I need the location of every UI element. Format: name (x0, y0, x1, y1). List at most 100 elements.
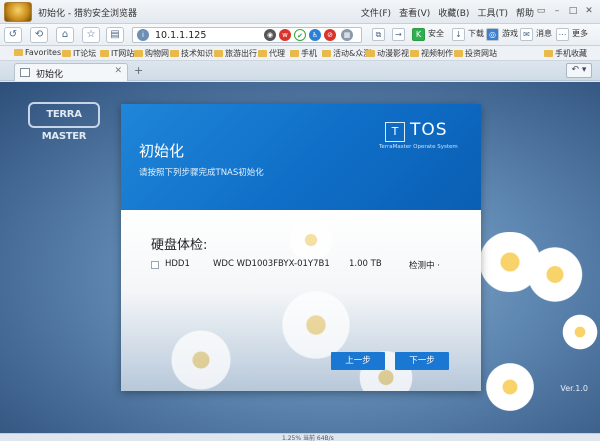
daisy-decoration (281, 220, 341, 260)
bookmark-tech[interactable]: 技术知识 (170, 48, 213, 59)
address-bar[interactable]: i 10.1.1.125 ◉ w ✔ ♿ ⊘ ▦ (132, 27, 362, 43)
history-icon[interactable]: ▤ (106, 27, 124, 43)
tos-brand: TOS (410, 120, 448, 140)
bookmarks-bar: Favorites IT论坛 IT网站 购物网 技术知识 旅游出行 代理 手机 … (0, 46, 600, 61)
daisy-decoration (520, 247, 590, 302)
bookmark-invest[interactable]: 投资网站 (454, 48, 497, 59)
game-icon[interactable]: ◎ (486, 28, 499, 41)
folder-icon (290, 50, 299, 57)
maximize-icon[interactable]: □ (566, 4, 580, 18)
reader-icon[interactable]: ▦ (341, 29, 353, 41)
favorite-star-icon[interactable]: ☆ (82, 27, 100, 43)
status-bar: 1.25% 当前 64B/s (0, 433, 600, 441)
bookmark-it-sites[interactable]: IT网站 (100, 48, 134, 59)
page-icon: i (137, 29, 149, 41)
folder-icon (134, 50, 143, 57)
bookmark-label: 技术知识 (181, 49, 213, 58)
skin-icon[interactable]: ▭ (534, 4, 548, 18)
folder-icon (100, 50, 109, 57)
tab-menu-button[interactable]: ↶ ▾ (566, 63, 592, 78)
disk-row: HDD1 WDC WD1003FBYX-01Y7B1 1.00 TB 检测中 · (151, 259, 471, 273)
folder-icon (322, 50, 331, 57)
bookmark-label: 购物网 (145, 49, 169, 58)
adblock-icon[interactable]: ⊘ (324, 29, 336, 41)
more-label[interactable]: 更多 (572, 28, 588, 39)
bookmark-label: 投资网站 (465, 49, 497, 58)
folder-icon (366, 50, 375, 57)
close-tab-icon[interactable]: ✕ (114, 66, 122, 76)
minimize-icon[interactable]: – (550, 4, 564, 18)
menu-file[interactable]: 文件(F) (361, 6, 391, 19)
bookmark-favorites[interactable]: Favorites (14, 48, 61, 57)
bookmark-travel[interactable]: 旅游出行 (214, 48, 257, 59)
bookmark-mobile-favorites[interactable]: 手机收藏 (544, 48, 587, 59)
page-content: TERRA MASTER 初始化 请按照下列步骤完成TNAS初始化 T TOS … (0, 82, 600, 433)
bookmark-it-forum[interactable]: IT论坛 (62, 48, 96, 59)
browser-logo-icon (4, 2, 32, 22)
tab-strip: 初始化 ✕ + ↶ ▾ (0, 61, 600, 81)
tab-initialize[interactable]: 初始化 ✕ (14, 63, 128, 81)
security-label[interactable]: 安全 (428, 28, 444, 39)
prev-step-button[interactable]: 上一步 (331, 352, 385, 370)
bookmark-video[interactable]: 视频制作 (410, 48, 453, 59)
browser-title-bar: 初始化 - 猎豹安全浏览器 文件(F) 查看(V) 收藏(B) 工具(T) 帮助… (0, 0, 600, 24)
bookmark-label: 代理 (269, 49, 285, 58)
window-title: 初始化 - 猎豹安全浏览器 (38, 9, 137, 19)
messages-label[interactable]: 消息 (536, 28, 552, 39)
check-icon[interactable]: ✔ (294, 29, 306, 41)
folder-icon (258, 50, 267, 57)
disk-model: WDC WD1003FBYX-01Y7B1 (213, 259, 330, 269)
next-step-button[interactable]: 下一步 (395, 352, 449, 370)
daisy-decoration (271, 290, 361, 360)
menu-bar: 文件(F) 查看(V) 收藏(B) 工具(T) 帮助 (361, 6, 534, 19)
game-label[interactable]: 游戏 (502, 28, 518, 39)
disk-checkbox[interactable] (151, 261, 159, 269)
address-text: 10.1.1.125 (155, 30, 207, 41)
bookmark-label: 视频制作 (421, 49, 453, 58)
bookmark-anime[interactable]: 动漫影视 (366, 48, 409, 59)
dialog-title: 初始化 (139, 142, 185, 160)
weibo-icon[interactable]: w (279, 29, 291, 41)
menu-view[interactable]: 查看(V) (399, 6, 430, 19)
bookmark-proxy[interactable]: 代理 (258, 48, 285, 59)
menu-favorites[interactable]: 收藏(B) (438, 6, 469, 19)
forward-icon[interactable]: → (392, 28, 405, 41)
more-icon[interactable]: ⋯ (556, 28, 569, 41)
window-controls: ▭ – □ ✕ (534, 4, 596, 18)
bookmark-mobile[interactable]: 手机 (290, 48, 317, 59)
home-icon[interactable]: ⌂ (56, 27, 74, 43)
folder-icon (544, 50, 553, 57)
folder-icon (410, 50, 419, 57)
bookmark-label: IT论坛 (73, 49, 97, 58)
dialog-header: 初始化 请按照下列步骤完成TNAS初始化 T TOS TerraMaster O… (121, 104, 481, 210)
dialog-subtitle: 请按照下列步骤完成TNAS初始化 (139, 168, 264, 178)
bookmark-label: 旅游出行 (225, 49, 257, 58)
security-shield-icon[interactable]: K (412, 28, 425, 41)
menu-help[interactable]: 帮助 (516, 6, 534, 19)
extension-icon[interactable]: ◉ (264, 29, 276, 41)
new-tab-icon[interactable]: + (134, 64, 143, 77)
folder-icon (454, 50, 463, 57)
bookmark-shopping[interactable]: 购物网 (134, 48, 169, 59)
bookmark-label: 手机 (301, 49, 317, 58)
close-icon[interactable]: ✕ (582, 4, 596, 18)
accessibility-icon[interactable]: ♿ (309, 29, 321, 41)
messages-icon[interactable]: ✉ (520, 28, 533, 41)
folder-icon (214, 50, 223, 57)
bookmark-events[interactable]: 活动&众测 (322, 48, 371, 59)
daisy-decoration (560, 312, 600, 352)
page-icon (20, 68, 30, 77)
tab-label: 初始化 (36, 70, 64, 80)
section-title: 硬盘体检: (151, 238, 208, 253)
download-label[interactable]: 下载 (468, 28, 484, 39)
folder-icon (14, 49, 23, 56)
menu-tools[interactable]: 工具(T) (477, 6, 508, 19)
daisy-decoration (161, 330, 241, 390)
copy-icon[interactable]: ⧉ (372, 28, 385, 41)
reload-icon[interactable]: ⟲ (30, 27, 48, 43)
download-icon[interactable]: ↓ (452, 28, 465, 41)
folder-icon (170, 50, 179, 57)
back-icon[interactable]: ↺ (4, 27, 22, 43)
folder-icon (62, 50, 71, 57)
tos-logo-icon: T (385, 122, 405, 142)
